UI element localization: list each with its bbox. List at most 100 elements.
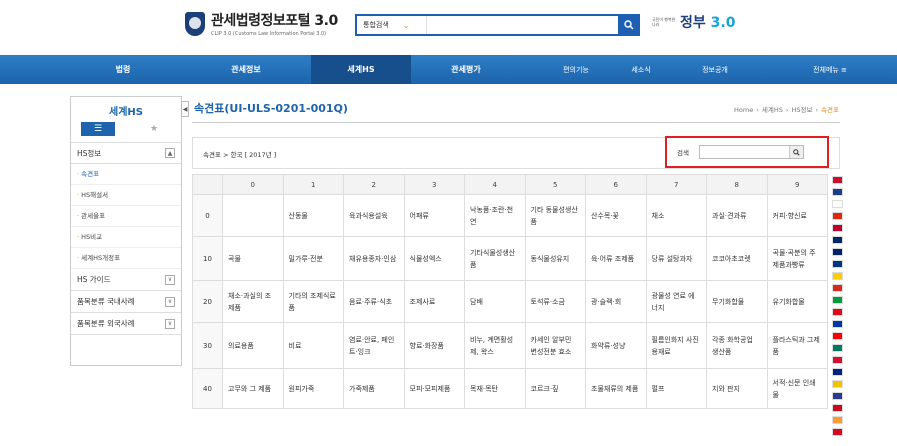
table-cell[interactable]: 무기화합물 (706, 280, 768, 323)
table-cell[interactable]: 조제사료 (403, 280, 465, 323)
sidebar-section-hs-info[interactable]: HS정보 ▲ (71, 142, 181, 164)
table-cell[interactable]: 밀가루·전분 (282, 236, 344, 281)
table-cell[interactable]: 당류 설탕과자 (645, 236, 707, 281)
nav-customs-valuation[interactable]: 관세평가 (416, 64, 516, 75)
table-cell[interactable]: 식물성엑스 (403, 236, 465, 281)
sidebar-item-quick-table[interactable]: 속견표 (71, 164, 181, 185)
table-cell[interactable]: 채유용종자·인삼 (343, 236, 405, 281)
table-cell[interactable]: 기타 동물성생산품 (524, 194, 586, 237)
sidebar-item-hs-compare[interactable]: HS비교 (71, 227, 181, 248)
sidebar-section-hs-guide[interactable]: HS 가이드 ∨ (71, 269, 181, 291)
country-flag-icon[interactable] (832, 248, 843, 256)
table-cell[interactable]: 고무와 그 제품 (222, 368, 284, 409)
table-cell[interactable]: 동식물성유지 (524, 236, 586, 281)
sidebar-section-foreign-cases[interactable]: 품목분류 외국사례 ∨ (71, 313, 181, 335)
breadcrumb-hs-info[interactable]: HS정보 (791, 106, 812, 114)
table-cell[interactable]: 광물성 연료 에너지 (645, 280, 707, 323)
table-cell[interactable]: 코코아초코렛 (706, 236, 768, 281)
breadcrumb-home[interactable]: Home (734, 106, 753, 114)
country-flag-icon[interactable] (832, 224, 843, 232)
table-cell[interactable]: 과실·견과류 (706, 194, 768, 237)
table-cell[interactable]: 염료·안료, 페인트·잉크 (343, 322, 405, 369)
tab-list[interactable]: ☰ (81, 122, 115, 136)
country-flag-icon[interactable] (832, 404, 843, 412)
country-flag-icon[interactable] (832, 320, 843, 328)
table-cell[interactable]: 채소 (645, 194, 707, 237)
expand-icon[interactable]: ∨ (165, 318, 175, 329)
sidebar-item-hs-notes[interactable]: HS해설서 (71, 185, 181, 206)
table-cell[interactable]: 지와 판지 (706, 368, 768, 409)
country-flag-icon[interactable] (832, 284, 843, 292)
table-cell[interactable]: 곡물 (222, 236, 284, 281)
table-cell[interactable]: 플라스틱과 그제품 (766, 322, 828, 369)
sidebar-section-domestic-cases[interactable]: 품목분류 국내사례 ∨ (71, 291, 181, 313)
table-cell[interactable]: 가죽제품 (343, 368, 405, 409)
sidebar-item-hs-revision[interactable]: 세계HS개정표 (71, 248, 181, 269)
table-cell[interactable]: 코르크·짚 (524, 368, 586, 409)
country-flag-icon[interactable] (832, 188, 843, 196)
table-cell[interactable]: 펄프 (645, 368, 707, 409)
sidebar-collapse-button[interactable]: ◀ (181, 101, 189, 117)
table-cell[interactable]: 목재·목탄 (464, 368, 526, 409)
expand-icon[interactable]: ∨ (165, 296, 175, 307)
table-cell[interactable]: 기타의 조제식료품 (282, 280, 344, 323)
nav-world-hs[interactable]: 세계HS (311, 55, 411, 84)
country-flag-icon[interactable] (832, 260, 843, 268)
table-cell[interactable]: 어패류 (403, 194, 465, 237)
table-cell[interactable]: 원피가죽 (282, 368, 344, 409)
table-cell[interactable]: 의료용품 (222, 322, 284, 369)
table-cell[interactable]: 조물재류의 제품 (585, 368, 647, 409)
country-flag-icon[interactable] (832, 200, 843, 208)
nav-all-menu[interactable]: 전체메뉴 ≡ (790, 65, 870, 75)
table-cell[interactable]: 화약류·성냥 (585, 322, 647, 369)
country-flag-icon[interactable] (832, 332, 843, 340)
country-flag-icon[interactable] (832, 416, 843, 424)
country-flag-icon[interactable] (832, 344, 843, 352)
country-flag-icon[interactable] (832, 392, 843, 400)
nav-customs-info[interactable]: 관세정보 (196, 64, 296, 75)
table-cell[interactable]: 비누, 계면활성제, 왁스 (464, 322, 526, 369)
country-flag-icon[interactable] (832, 296, 843, 304)
table-cell[interactable]: 광·슬랙·회 (585, 280, 647, 323)
table-cell[interactable]: 토석류·소금 (524, 280, 586, 323)
table-cell[interactable]: 담배 (464, 280, 526, 323)
search-scope-select[interactable]: 통합검색 ⌄ (357, 16, 427, 34)
table-cell[interactable]: 산수목·꽃 (585, 194, 647, 237)
sidebar-item-tariff-schedule[interactable]: 관세율표 (71, 206, 181, 227)
country-flag-icon[interactable] (832, 380, 843, 388)
table-cell[interactable]: 각종 화학공업 생산품 (706, 322, 768, 369)
site-logo[interactable]: 관세법령정보포털 3.0 CLIP 3.0 (Customs Law Infor… (185, 10, 338, 37)
table-cell[interactable]: 채소·과실의 조제품 (222, 280, 284, 323)
table-cell[interactable]: 곡물·곡분의 주제품과빵류 (766, 236, 828, 281)
nav-law[interactable]: 법령 (73, 64, 173, 75)
table-search-input[interactable] (698, 145, 804, 159)
country-flag-icon[interactable] (832, 236, 843, 244)
global-search-button[interactable] (618, 14, 640, 36)
table-cell[interactable]: 산동물 (282, 194, 344, 237)
nav-news[interactable]: 세소식 (611, 65, 671, 75)
nav-disclosure[interactable]: 정보공개 (685, 65, 745, 75)
country-flag-icon[interactable] (832, 272, 843, 280)
tab-favorites[interactable]: ★ (137, 122, 171, 136)
country-flag-icon[interactable] (832, 368, 843, 376)
table-cell[interactable]: 유기화합물 (766, 280, 828, 323)
table-cell[interactable]: 서적·신문 인쇄물 (766, 368, 828, 409)
country-flag-icon[interactable] (832, 356, 843, 364)
table-cell[interactable]: 비료 (282, 322, 344, 369)
table-cell[interactable]: 필름인화지 사진용재료 (645, 322, 707, 369)
table-cell[interactable]: 향료·화장품 (403, 322, 465, 369)
global-search-input[interactable] (427, 16, 618, 34)
table-cell[interactable]: 기타식물성생산품 (464, 236, 526, 281)
breadcrumb-world-hs[interactable]: 세계HS (762, 106, 783, 114)
country-flag-icon[interactable] (832, 212, 843, 220)
expand-icon[interactable]: ∨ (165, 274, 175, 285)
table-cell[interactable]: 육과식용설육 (343, 194, 405, 237)
table-cell[interactable]: 육·어류 조제품 (585, 236, 647, 281)
table-cell[interactable]: 음료·주류·식초 (343, 280, 405, 323)
table-cell[interactable]: 카세인 알부민 변성전분 효소 (524, 322, 586, 369)
nav-convenience[interactable]: 편의기능 (546, 65, 606, 75)
table-cell[interactable]: 낙농품·조란·천연 (464, 194, 526, 237)
country-flag-icon[interactable] (832, 428, 843, 436)
table-cell[interactable]: 커피·향신료 (766, 194, 828, 237)
collapse-icon[interactable]: ▲ (165, 148, 175, 158)
